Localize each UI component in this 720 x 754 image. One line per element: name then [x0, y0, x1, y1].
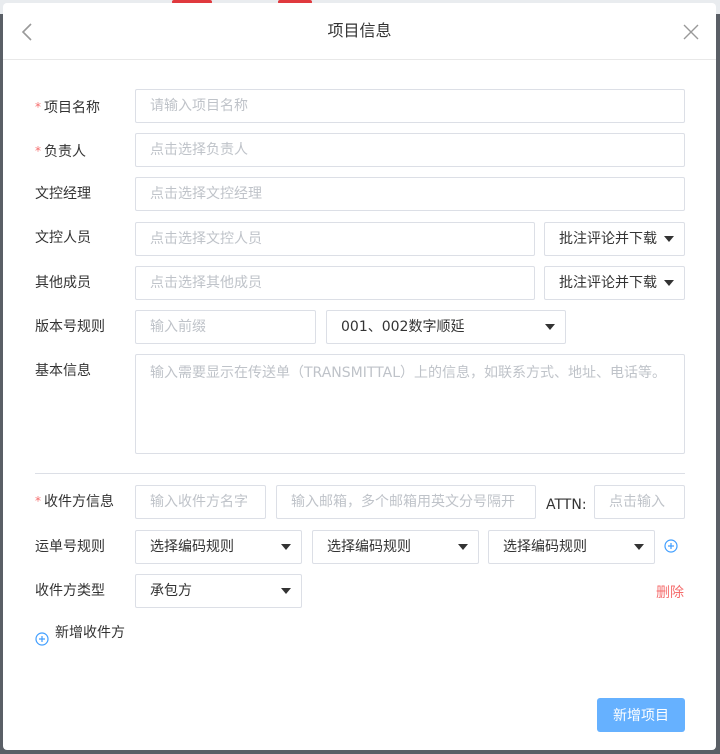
doc-manager-input[interactable] [135, 177, 685, 211]
other-members-permission-select[interactable]: 批注评论并下载 [544, 266, 685, 300]
caret-down-icon [545, 324, 555, 330]
waybill-rule-select-1[interactable]: 选择编码规则 [135, 530, 302, 564]
required-marker: * [35, 494, 41, 508]
recipient-email-input[interactable] [276, 485, 536, 519]
add-recipient-label: 新增收件方 [55, 625, 125, 641]
doc-manager-label: 文控经理 [35, 186, 91, 202]
doc-staff-permission-select[interactable]: 批注评论并下载 [544, 222, 685, 256]
waybill-rule-value: 选择编码规则 [327, 539, 411, 555]
dialog-title: 项目信息 [327, 21, 392, 40]
doc-staff-input[interactable] [135, 222, 535, 256]
required-marker: * [35, 100, 41, 114]
add-recipient-button[interactable]: 新增收件方 [35, 616, 125, 650]
caret-down-icon [664, 280, 674, 286]
doc-staff-permission-value: 批注评论并下载 [559, 231, 657, 247]
close-icon[interactable] [680, 21, 702, 43]
add-project-button[interactable]: 新增项目 [597, 698, 685, 732]
attn-input[interactable] [594, 485, 685, 519]
basic-info-textarea[interactable] [135, 354, 685, 454]
waybill-rule-label: 运单号规则 [35, 539, 105, 555]
recipient-name-input[interactable] [135, 485, 266, 519]
recipient-type-value: 承包方 [150, 583, 192, 599]
version-prefix-input[interactable] [135, 310, 316, 344]
caret-down-icon [664, 236, 674, 242]
other-members-permission-value: 批注评论并下载 [559, 275, 657, 291]
waybill-rule-value: 选择编码规则 [503, 539, 587, 555]
waybill-rule-select-2[interactable]: 选择编码规则 [312, 530, 479, 564]
caret-down-icon [458, 544, 468, 550]
recipient-type-label: 收件方类型 [35, 583, 105, 599]
caret-down-icon [281, 588, 291, 594]
recipient-type-select[interactable]: 承包方 [135, 574, 302, 608]
add-waybill-rule-plus-icon[interactable] [664, 539, 678, 553]
version-rule-label: 版本号规则 [35, 319, 105, 335]
doc-staff-label: 文控人员 [35, 230, 91, 246]
attn-label: ATTN: [546, 497, 587, 513]
section-divider [35, 473, 685, 474]
project-name-input[interactable] [135, 89, 685, 123]
owner-input[interactable] [135, 133, 685, 167]
other-members-label: 其他成员 [35, 275, 91, 291]
recipient-info-label: * 收件方信息 [35, 494, 114, 510]
project-info-dialog: 项目信息 *项目名称 *负责人 文控经理 文控人员 批注评论并下载 其他成员 批… [3, 3, 716, 750]
version-rule-value: 001、002数字顺延 [341, 319, 465, 335]
dialog-header: 项目信息 [3, 3, 716, 60]
required-marker: * [35, 144, 41, 158]
other-members-input[interactable] [135, 266, 535, 300]
delete-recipient-link[interactable]: 删除 [656, 576, 684, 610]
owner-label: * 负责人 [35, 144, 86, 160]
waybill-rule-select-3[interactable]: 选择编码规则 [488, 530, 655, 564]
basic-info-label: 基本信息 [35, 363, 91, 379]
version-rule-select[interactable]: 001、002数字顺延 [326, 310, 566, 344]
add-circle-icon [35, 625, 49, 646]
caret-down-icon [281, 544, 291, 550]
caret-down-icon [634, 544, 644, 550]
project-name-label: * 项目名称 [35, 100, 100, 116]
waybill-rule-value: 选择编码规则 [150, 539, 234, 555]
